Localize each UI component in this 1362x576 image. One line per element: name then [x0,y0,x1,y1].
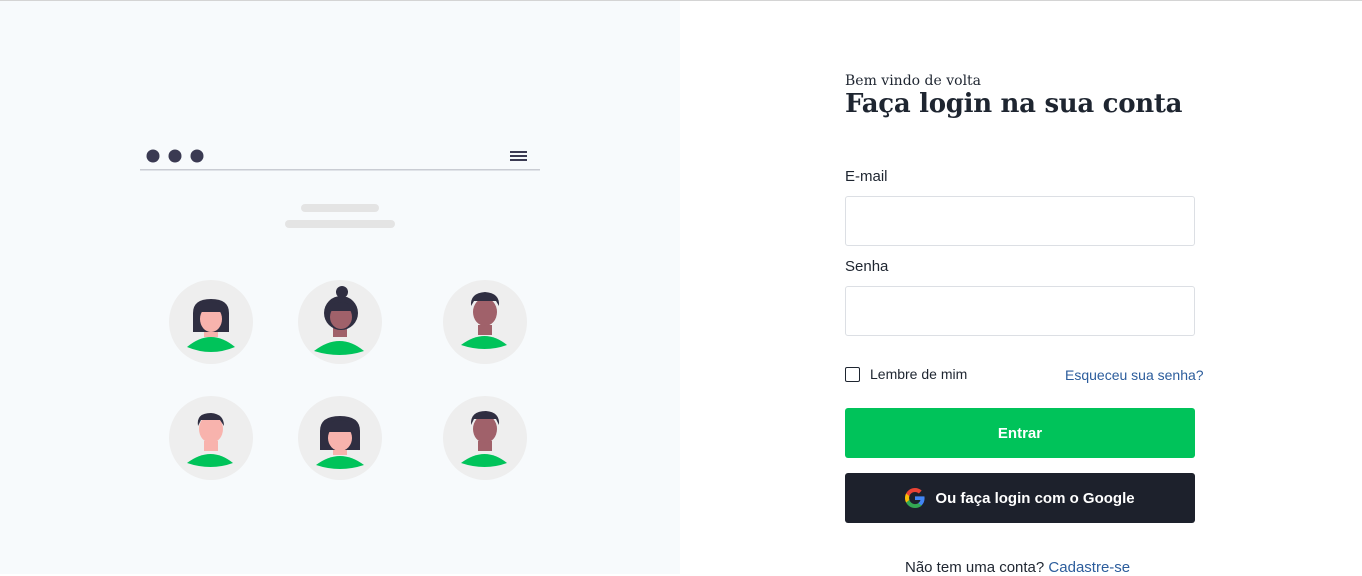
avatar-icon [298,396,382,480]
welcome-text: Bem vindo de volta [845,73,982,89]
signup-link[interactable]: Cadastre-se [1048,559,1130,576]
remember-me-label: Lembre de mim [870,366,968,382]
login-button-label: Entrar [997,424,1043,442]
remember-me-checkbox[interactable] [845,366,860,382]
placeholder-line [285,220,395,228]
forgot-password-link[interactable]: Esqueceu sua senha? [1065,367,1204,383]
google-login-button[interactable]: Ou faça login com o Google [845,473,1195,523]
login-form-panel: Bem vindo de volta Faça login na sua con… [680,1,1362,576]
email-label: E-mail [845,168,888,185]
window-dots-icon [146,149,204,163]
password-label: Senha [845,258,889,275]
password-field[interactable] [845,286,1195,336]
window-divider [140,169,540,171]
avatar-icon [169,280,253,364]
signup-prompt-text: Não tem uma conta? [905,559,1045,576]
signup-prompt: Não tem uma conta? Cadastre-se [905,559,1130,576]
placeholder-line [301,204,379,212]
login-button[interactable]: Entrar [845,408,1195,458]
avatar-icon [443,280,527,364]
illustration-panel [0,1,680,574]
page-title: Faça login na sua conta [845,89,1183,119]
menu-icon [510,151,527,161]
google-icon [905,488,925,508]
avatar-icon [298,280,382,364]
login-illustration [140,149,540,480]
email-field[interactable] [845,196,1195,246]
avatar-icon [443,396,527,480]
remember-me: Lembre de mim [845,366,967,382]
google-login-label: Ou faça login com o Google [935,489,1135,507]
avatar-icon [169,396,253,480]
